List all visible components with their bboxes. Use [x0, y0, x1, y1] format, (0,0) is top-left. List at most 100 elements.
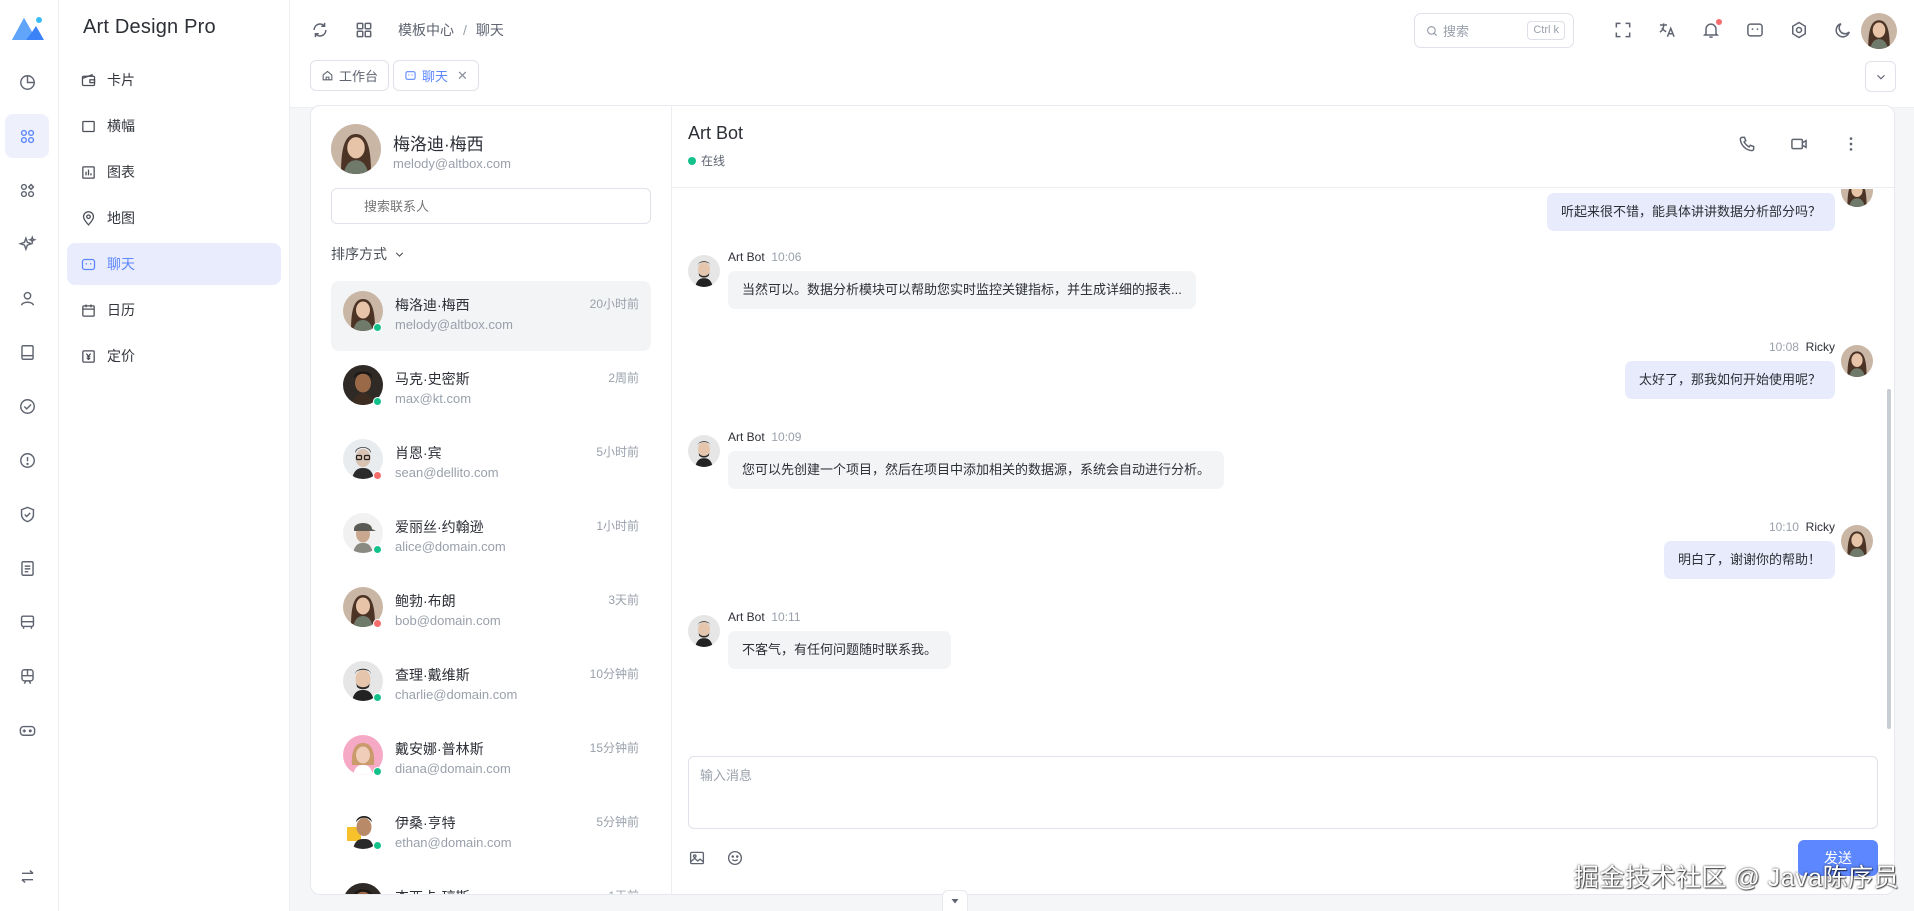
menu-item-map[interactable]: 地图 [67, 197, 281, 239]
contact-name: 查理·戴维斯 [395, 667, 470, 683]
banner-icon [82, 120, 95, 132]
tabs-dropdown-button[interactable] [1865, 61, 1896, 92]
chat-status: 在线 [688, 152, 725, 169]
sub-menu: Art Design Pro 卡片 横幅 图表 地图 聊天 日历 定价 [59, 0, 290, 911]
page-tabs-bar: 工作台 聊天 ✕ [290, 60, 1914, 108]
search-placeholder: 搜索 [1443, 24, 1470, 39]
contact-email: alice@domain.com [395, 539, 506, 554]
message-time: 10:10 [1768, 520, 1799, 534]
contact-item[interactable]: 伊桑·亨特 ethan@domain.com 5分钟前 [331, 799, 651, 869]
logo-icon[interactable] [10, 14, 46, 44]
profile-avatar[interactable] [331, 124, 381, 174]
notification-dot [1716, 19, 1722, 25]
price-icon [82, 349, 95, 363]
menu-item-banner[interactable]: 横幅 [67, 105, 281, 147]
menu-item-calendar[interactable]: 日历 [67, 289, 281, 331]
menu-item-charts[interactable]: 图表 [67, 151, 281, 193]
tab-chat[interactable]: 聊天 ✕ [393, 60, 479, 91]
online-status-dot [373, 693, 382, 702]
chat-panel: Art Bot 在线 听起来很不错，能具体讲讲数据分析部分吗？ Art Bot … [672, 106, 1894, 894]
chat-icon [405, 71, 416, 80]
contact-time: 20小时前 [589, 297, 639, 311]
chat-card: 梅洛迪·梅西 melody@altbox.com 排序方式 梅洛迪·梅西 mel… [310, 105, 1895, 895]
chat-status-text: 在线 [701, 154, 726, 168]
search-icon [1427, 25, 1438, 36]
message-avatar [688, 615, 720, 647]
bus-icon[interactable] [5, 600, 49, 644]
online-status-dot [688, 156, 696, 165]
menu-item-label: 日历 [107, 302, 135, 318]
message-meta: Art Bot 10:06 [728, 250, 801, 264]
template-grid-icon[interactable] [5, 114, 49, 158]
close-icon[interactable]: ✕ [457, 68, 468, 84]
refresh-icon[interactable] [310, 20, 330, 40]
contact-item[interactable]: 爱丽丝·约翰逊 alice@domain.com 1小时前 [331, 503, 651, 573]
wallet-icon [81, 73, 96, 86]
contact-time: 3天前 [608, 593, 639, 607]
message-time: 10:11 [771, 610, 801, 624]
menu-item-pricing[interactable]: 定价 [67, 335, 281, 377]
contact-item[interactable]: 梅洛迪·梅西 melody@altbox.com 20小时前 [331, 281, 651, 351]
contact-time: 1小时前 [596, 519, 639, 533]
article-icon[interactable] [5, 330, 49, 374]
global-search[interactable]: 搜索 Ctrl k [1414, 13, 1574, 48]
chat-bubble-icon[interactable] [1745, 20, 1765, 40]
contact-item[interactable]: 马克·史密斯 max@kt.com 2周前 [331, 355, 651, 425]
contact-search-input[interactable] [331, 188, 651, 224]
widgets-icon[interactable] [5, 168, 49, 212]
collapse-handle[interactable] [942, 890, 968, 911]
image-upload-icon[interactable] [688, 849, 706, 867]
breadcrumb-separator: / [463, 22, 467, 38]
sort-dropdown[interactable]: 排序方式 [331, 244, 406, 264]
map-pin-icon [82, 210, 95, 226]
contact-item[interactable]: 肖恩·宾 sean@dellito.com 5小时前 [331, 429, 651, 499]
menu-grid-icon[interactable] [354, 20, 374, 40]
emoji-icon[interactable] [726, 849, 744, 867]
contact-item[interactable]: 戴安娜·普林斯 diana@domain.com 15分钟前 [331, 725, 651, 795]
check-circle-icon[interactable] [5, 384, 49, 428]
user-avatar[interactable] [1861, 13, 1897, 49]
watermark: 掘金技术社区 @ Java陈序员 [1574, 864, 1900, 892]
offline-status-dot [373, 619, 382, 628]
video-call-icon[interactable] [1789, 134, 1809, 154]
settings-gear-icon[interactable] [1789, 20, 1809, 40]
calendar-icon [82, 303, 95, 317]
phone-icon[interactable] [1737, 134, 1757, 154]
shield-check-icon[interactable] [5, 492, 49, 536]
fullscreen-icon[interactable] [1613, 20, 1633, 40]
contact-time: 5小时前 [596, 445, 639, 459]
contact-item[interactable]: 杰西卡·琼斯 1天前 [331, 873, 651, 894]
contact-email: max@kt.com [395, 391, 472, 406]
contact-item[interactable]: 鲍勃·布朗 bob@domain.com 3天前 [331, 577, 651, 647]
alert-circle-icon[interactable] [5, 438, 49, 482]
menu-item-cards[interactable]: 卡片 [67, 59, 281, 101]
message-scrollbar[interactable] [1887, 389, 1891, 729]
message-input[interactable]: 输入消息 [688, 756, 1878, 829]
dark-mode-moon-icon[interactable] [1833, 20, 1853, 40]
online-status-dot [373, 397, 382, 406]
train-icon[interactable] [5, 654, 49, 698]
chat-header: Art Bot 在线 [672, 106, 1894, 188]
message-sender: Art Bot [728, 610, 765, 624]
dashboard-icon[interactable] [5, 60, 49, 104]
user-icon[interactable] [5, 276, 49, 320]
online-status-dot [373, 767, 382, 776]
game-icon[interactable] [5, 708, 49, 752]
switch-arrows-icon[interactable] [5, 854, 49, 898]
icon-rail [0, 0, 59, 911]
contact-item[interactable]: 查理·戴维斯 charlie@domain.com 10分钟前 [331, 651, 651, 721]
chat-title: Art Bot [688, 123, 744, 143]
top-header: 模板中心 / 聊天 搜索 Ctrl k [290, 0, 1914, 60]
document-icon[interactable] [5, 546, 49, 590]
menu-item-chat[interactable]: 聊天 [67, 243, 281, 285]
sparkle-icon[interactable] [5, 222, 49, 266]
breadcrumb-item[interactable]: 模板中心 [398, 22, 454, 38]
contact-time: 5分钟前 [596, 815, 639, 829]
contact-email: sean@dellito.com [395, 465, 499, 480]
profile-email: melody@altbox.com [393, 156, 511, 171]
offline-status-dot [373, 471, 382, 480]
tab-workbench[interactable]: 工作台 [310, 60, 390, 91]
notification-bell-icon[interactable] [1701, 19, 1722, 40]
more-vertical-icon[interactable] [1841, 134, 1861, 154]
translate-icon[interactable] [1657, 20, 1677, 40]
